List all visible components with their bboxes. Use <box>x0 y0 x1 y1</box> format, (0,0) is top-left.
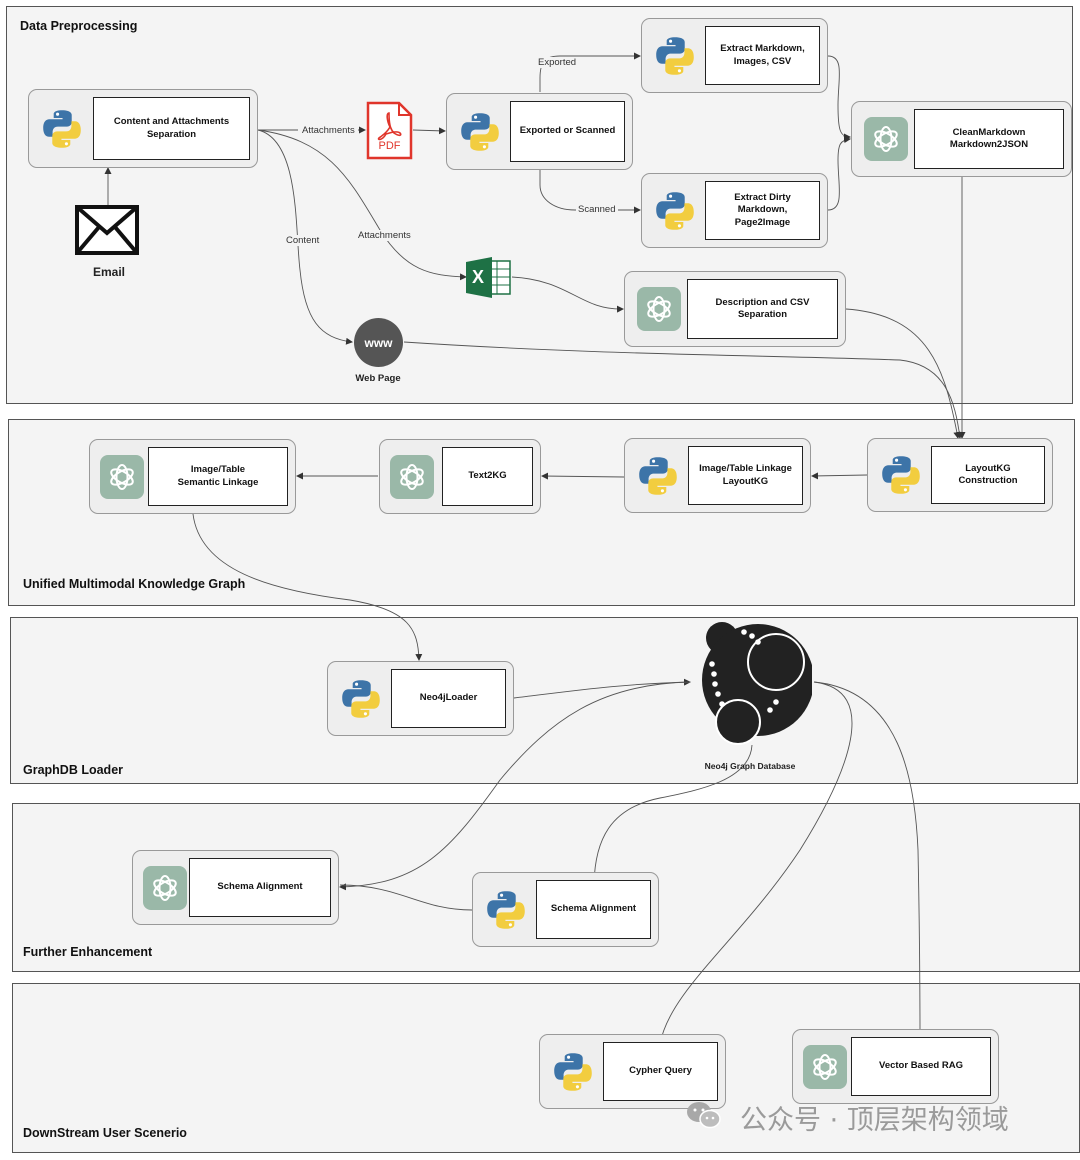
edge-schema-py-to-schema-llm <box>339 884 473 911</box>
neo4j-caption: Neo4j Graph Database <box>704 761 796 771</box>
node-description-csv: Description and CSV Separation <box>624 271 846 347</box>
edge-label-exported: Exported <box>536 57 579 68</box>
node-vector-rag: Vector Based RAG <box>792 1029 999 1104</box>
neo4j-icon <box>702 622 812 745</box>
python-icon <box>487 890 525 929</box>
node-label: Cypher Query <box>603 1042 718 1101</box>
pdf-label: PDF <box>378 140 401 152</box>
edge-linkage-to-text2kg <box>541 472 625 480</box>
node-schema-alignment-py: Schema Alignment <box>472 872 659 947</box>
edge-neo4j-to-vector-rag <box>813 681 924 1039</box>
node-image-table-linkage: Image/Table Linkage LayoutKG <box>624 438 811 513</box>
python-icon <box>461 112 499 151</box>
node-label: Description and CSV Separation <box>687 279 838 339</box>
node-content-separation: Content and Attachments Separation <box>28 89 258 168</box>
www-icon: www <box>354 318 403 367</box>
email-icon <box>75 205 139 255</box>
node-label: Extract Dirty Markdown, Page2Image <box>705 181 820 240</box>
python-icon <box>554 1052 592 1091</box>
watermark-text: 公众号 · 顶层架构领域 <box>740 1105 1009 1136</box>
node-clean-markdown: CleanMarkdown Markdown2JSON <box>851 101 1072 177</box>
edge-excel-to-description <box>511 276 624 313</box>
edge-description-to-layoutkg <box>845 308 961 439</box>
node-label: Exported or Scanned <box>510 101 625 162</box>
node-label: Schema Alignment <box>189 858 331 917</box>
node-label: Neo4jLoader <box>391 669 506 728</box>
edge-dirty-to-clean <box>827 136 851 211</box>
node-label: Vector Based RAG <box>851 1037 991 1096</box>
node-layoutkg-construction: LayoutKG Construction <box>867 438 1053 512</box>
edge-pdf-to-exported <box>412 127 446 135</box>
python-icon <box>656 36 694 75</box>
openai-icon <box>143 865 187 910</box>
edge-layoutkg-to-linkage <box>811 472 868 480</box>
node-label: CleanMarkdown Markdown2JSON <box>914 109 1064 169</box>
node-extract-dirty: Extract Dirty Markdown, Page2Image <box>641 173 828 248</box>
node-schema-alignment-llm: Schema Alignment <box>132 850 339 925</box>
edge-label-attachments-excel: Attachments <box>356 230 413 241</box>
python-icon <box>882 456 920 494</box>
edge-separation-to-excel <box>257 129 467 281</box>
email-caption: Email <box>92 265 125 279</box>
node-label: Content and Attachments Separation <box>93 97 250 160</box>
excel-icon: X <box>466 257 512 298</box>
openai-icon <box>637 287 681 331</box>
web-page-caption: Web Page <box>355 373 401 384</box>
edge-markdown-to-clean <box>827 55 851 141</box>
node-semantic-linkage: Image/Table Semantic Linkage <box>89 439 296 514</box>
python-icon <box>656 191 694 230</box>
excel-letter: X <box>472 267 485 287</box>
node-label: Schema Alignment <box>536 880 651 939</box>
openai-icon <box>864 117 908 161</box>
node-label: Image/Table Semantic Linkage <box>148 447 288 506</box>
node-cypher-query: Cypher Query <box>539 1034 726 1109</box>
node-label: Text2KG <box>442 447 533 506</box>
pdf-icon: PDF <box>366 101 413 160</box>
python-icon <box>43 109 81 148</box>
node-label: Image/Table Linkage LayoutKG <box>688 446 803 505</box>
edge-neo4jloader-to-neo4j <box>513 678 691 699</box>
node-text2kg: Text2KG <box>379 439 541 514</box>
node-neo4j-loader: Neo4jLoader <box>327 661 514 736</box>
openai-icon <box>803 1044 847 1089</box>
python-icon <box>639 456 677 495</box>
edge-label-content: Content <box>284 235 322 246</box>
wechat-icon <box>687 1102 721 1129</box>
www-label: www <box>364 335 393 350</box>
python-icon <box>342 679 380 718</box>
openai-icon <box>100 454 144 499</box>
openai-icon <box>390 454 434 499</box>
edge-semantic-to-neo4jloader <box>192 513 423 661</box>
node-extract-markdown: Extract Markdown, Images, CSV <box>641 18 828 93</box>
node-label: LayoutKG Construction <box>931 446 1045 504</box>
edge-label-scanned: Scanned <box>576 204 618 215</box>
edge-label-attachments-pdf: Attachments <box>300 125 357 136</box>
node-label: Extract Markdown, Images, CSV <box>705 26 820 85</box>
node-exported-or-scanned: Exported or Scanned <box>446 93 633 170</box>
edge-webpage-to-layoutkg <box>403 341 963 439</box>
